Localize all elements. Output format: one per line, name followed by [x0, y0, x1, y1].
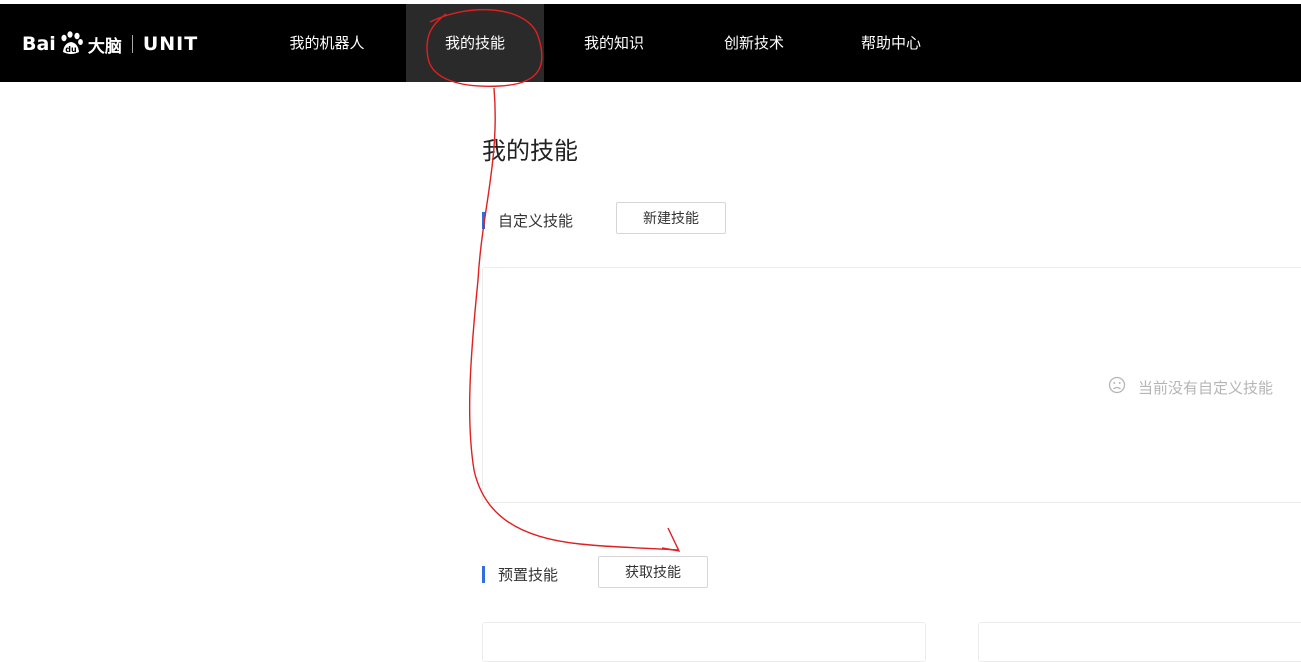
logo-dana: 大脑 — [87, 36, 122, 57]
preset-skill-card[interactable] — [482, 622, 926, 662]
empty-state-text: 当前没有自定义技能 — [1138, 378, 1274, 397]
nav-item-help-center[interactable]: 帮助中心 — [832, 4, 950, 82]
nav-item-my-robots[interactable]: 我的机器人 — [262, 4, 392, 82]
new-skill-button[interactable]: 新建技能 — [616, 202, 726, 234]
logo-unit: UNIT — [142, 33, 199, 55]
sad-face-icon — [1108, 376, 1126, 398]
custom-skills-empty-state: 当前没有自定义技能 — [1108, 376, 1273, 398]
preset-skills-label: 预置技能 — [498, 565, 559, 584]
nav-item-innovation[interactable]: 创新技术 — [694, 4, 814, 82]
logo[interactable]: Bai du 大脑 UNIT — [22, 28, 198, 60]
section-accent-bar — [482, 565, 485, 583]
section-accent-bar — [482, 211, 485, 229]
baidu-paw-icon: du — [58, 31, 84, 57]
preset-skill-card[interactable] — [978, 622, 1301, 662]
logo-paw-text: du — [65, 45, 77, 54]
page-title: 我的技能 — [482, 137, 578, 165]
preset-skills-header: 预置技能 — [482, 557, 558, 591]
custom-skills-label: 自定义技能 — [498, 211, 574, 230]
top-navbar: Bai du 大脑 UNIT 我的机器人 我的技能 我的知识 创新技术 帮助中心 — [0, 4, 1301, 82]
nav-item-my-knowledge[interactable]: 我的知识 — [554, 4, 674, 82]
custom-skills-header: 自定义技能 — [482, 203, 573, 237]
get-skill-button[interactable]: 获取技能 — [598, 556, 708, 588]
logo-separator — [131, 35, 133, 53]
arrow-head-annotation — [661, 527, 681, 552]
nav-item-my-skills[interactable]: 我的技能 — [406, 4, 544, 82]
logo-bai: Bai — [22, 33, 56, 55]
